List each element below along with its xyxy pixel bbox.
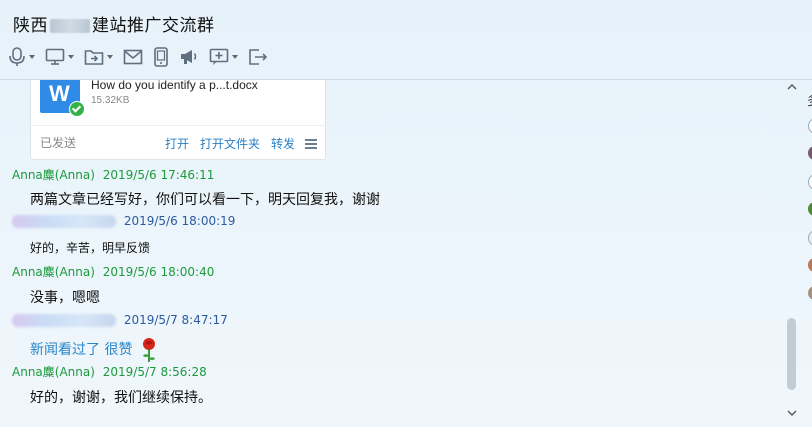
chevron-down-icon: [68, 55, 74, 59]
avatar[interactable]: [808, 146, 812, 160]
message-time: 2019/5/6 17:46:11: [102, 168, 215, 182]
message-header: Anna麋(Anna) 2019/5/6 17:46:11: [12, 166, 214, 183]
sender-name[interactable]: Anna麋: [12, 265, 55, 279]
file-actions: 打开 打开文件夹 转发: [154, 135, 317, 152]
rose-emoji-icon: [143, 338, 156, 362]
microphone-icon: [9, 47, 25, 66]
checkmark-icon: [69, 101, 85, 117]
file-transfer-icon: [84, 50, 104, 65]
message-header: Anna麋(Anna) 2019/5/7 8:56:28: [12, 363, 207, 380]
sender-alias[interactable]: (Anna): [55, 365, 95, 379]
file-status: 已发送: [40, 136, 77, 150]
scrollbar-thumb[interactable]: [787, 318, 796, 390]
chevron-down-icon: [29, 55, 35, 59]
message-header: Anna麋(Anna) 2019/5/6 18:00:40: [12, 263, 214, 280]
screen-share-button[interactable]: [45, 45, 74, 69]
redacted-sender-name[interactable]: [12, 215, 116, 228]
message-list: W How do you identify a p...t.docx 15.32…: [0, 80, 784, 427]
avatar[interactable]: [808, 174, 812, 190]
file-size: 15.32KB: [91, 95, 130, 106]
message-text: 没事，嗯嗯: [30, 290, 100, 306]
monitor-icon: [45, 48, 65, 65]
phone-icon: [154, 47, 168, 67]
message-time: 2019/5/7 8:47:17: [123, 313, 228, 327]
title-prefix: 陕西: [13, 16, 48, 36]
message-header: 2019/5/7 8:47:17: [12, 313, 228, 327]
exit-group-button[interactable]: [248, 45, 268, 69]
divider: [31, 125, 325, 126]
announcement-button[interactable]: [179, 45, 199, 69]
avatar[interactable]: [808, 118, 812, 134]
chevron-down-icon: [232, 55, 238, 59]
exit-icon: [249, 49, 268, 65]
avatar[interactable]: [808, 286, 812, 300]
title-suffix: 建站推广交流群: [92, 16, 215, 36]
message-header: 2019/5/6 18:00:19: [12, 214, 235, 228]
member-panel-label: 多: [807, 90, 812, 109]
open-file-link[interactable]: 打开: [165, 135, 189, 152]
message-text-content: 新闻看过了 很赞: [30, 342, 133, 358]
voice-button[interactable]: [8, 45, 35, 69]
chevron-down-icon: [107, 55, 113, 59]
file-message-card[interactable]: W How do you identify a p...t.docx 15.32…: [30, 80, 326, 160]
sender-name[interactable]: Anna麋: [12, 365, 55, 379]
file-name: How do you identify a p...t.docx: [91, 80, 258, 92]
megaphone-icon: [181, 50, 197, 64]
avatar[interactable]: [808, 230, 812, 246]
message-text: 好的，辛苦，明早反馈: [30, 241, 151, 255]
forward-link[interactable]: 转发: [271, 135, 295, 152]
sender-alias[interactable]: (Anna): [55, 168, 95, 182]
scroll-down-icon[interactable]: [787, 409, 797, 417]
sender-alias[interactable]: (Anna): [55, 265, 95, 279]
sender-name[interactable]: Anna麋: [12, 168, 55, 182]
member-panel: 多: [800, 80, 812, 427]
add-app-button[interactable]: [209, 45, 238, 69]
add-app-icon: [209, 48, 229, 65]
open-folder-link[interactable]: 打开文件夹: [200, 135, 260, 152]
scroll-up-icon[interactable]: [787, 83, 797, 91]
title-bar: 陕西 建站推广交流群: [0, 0, 812, 44]
message-time: 2019/5/7 8:56:28: [102, 365, 207, 379]
mail-icon: [123, 49, 143, 65]
window-title: 陕西 建站推广交流群: [13, 11, 215, 36]
message-time: 2019/5/6 18:00:40: [102, 265, 215, 279]
message-text: 两篇文章已经写好，你们可以看一下，明天回复我，谢谢: [30, 192, 380, 208]
mobile-button[interactable]: [153, 45, 169, 69]
redacted-sender-name[interactable]: [12, 314, 116, 327]
redacted-title-part: [50, 19, 90, 33]
message-text: 新闻看过了 很赞: [30, 337, 158, 363]
message-time: 2019/5/6 18:00:19: [123, 214, 236, 228]
file-transfer-button[interactable]: [84, 45, 113, 69]
avatar[interactable]: [808, 202, 812, 216]
message-text: 好的，谢谢，我们继续保持。: [30, 390, 212, 406]
chat-scrollbar[interactable]: [784, 80, 800, 427]
menu-icon[interactable]: [305, 138, 317, 149]
chat-toolbar: [8, 44, 278, 70]
email-button[interactable]: [123, 45, 143, 69]
avatar[interactable]: [808, 258, 812, 272]
